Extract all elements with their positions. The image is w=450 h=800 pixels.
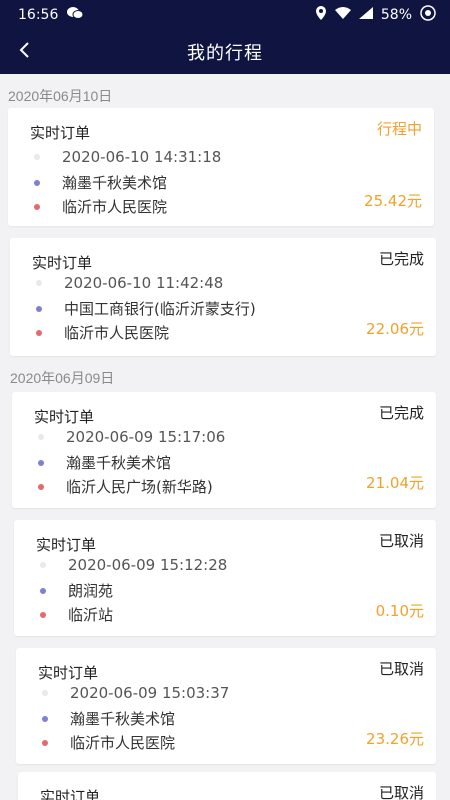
order-time: 2020-06-09 15:12:28 bbox=[68, 556, 228, 574]
end-location-row: 临沂市人民医院 bbox=[42, 732, 175, 753]
status-badge: 行程中 bbox=[376, 120, 422, 138]
order-price: 25.42元 bbox=[364, 192, 422, 210]
order-type: 实时订单 bbox=[36, 536, 97, 554]
start-location-row: 朗润苑 bbox=[40, 580, 113, 601]
order-time-row: 2020-06-10 11:42:48 bbox=[36, 274, 223, 292]
start-location: 瀚墨千秋美术馆 bbox=[66, 454, 172, 472]
signal-icon bbox=[358, 7, 373, 23]
end-location-row: 临沂站 bbox=[40, 604, 113, 625]
order-type: 实时订单 bbox=[40, 788, 101, 800]
order-time: 2020-06-10 14:31:18 bbox=[62, 148, 222, 166]
order-type: 实时订单 bbox=[32, 254, 93, 272]
date-header: 2020年06月09日 bbox=[10, 370, 115, 386]
end-dot-icon bbox=[36, 329, 42, 336]
order-card[interactable]: 实时订单 已取消 2020-06-09 15:03:37 瀚墨千秋美术馆 临沂市… bbox=[16, 648, 436, 764]
clock: 16:56 bbox=[18, 7, 59, 23]
order-price: 0.10元 bbox=[375, 602, 424, 620]
order-price: 23.26元 bbox=[366, 730, 424, 748]
status-bar: 16:56 58% bbox=[0, 0, 450, 30]
status-badge: 已取消 bbox=[378, 660, 424, 678]
end-location: 临沂市人民医院 bbox=[70, 734, 176, 752]
time-dot-icon bbox=[38, 434, 44, 440]
status-badge: 已完成 bbox=[378, 250, 424, 268]
time-dot-icon bbox=[42, 690, 48, 696]
order-time: 2020-06-09 15:03:37 bbox=[70, 684, 230, 702]
order-card[interactable]: 实时订单 已取消 2020-06-09 15:12:28 朗润苑 临沂站 0.1… bbox=[14, 520, 436, 636]
wechat-icon bbox=[66, 6, 84, 24]
order-price: 22.06元 bbox=[366, 320, 424, 338]
time-dot-icon bbox=[40, 562, 46, 568]
time-dot-icon bbox=[36, 280, 42, 286]
start-location: 瀚墨千秋美术馆 bbox=[70, 710, 176, 728]
start-location-row: 瀚墨千秋美术馆 bbox=[34, 172, 167, 193]
order-time-row: 2020-06-09 15:12:28 bbox=[40, 556, 227, 574]
nav-bar: 我的行程 bbox=[0, 30, 450, 74]
start-dot-icon bbox=[34, 179, 40, 186]
order-card[interactable]: 实时订单 已完成 2020-06-10 11:42:48 中国工商银行(临沂沂蒙… bbox=[10, 238, 436, 356]
location-icon bbox=[315, 6, 327, 24]
order-time: 2020-06-10 11:42:48 bbox=[64, 274, 224, 292]
start-dot-icon bbox=[36, 305, 42, 312]
status-badge: 已取消 bbox=[378, 784, 424, 800]
page-title: 我的行程 bbox=[187, 43, 263, 64]
order-time-row: 2020-06-10 14:31:18 bbox=[34, 148, 221, 166]
end-dot-icon bbox=[38, 483, 44, 490]
start-location: 朗润苑 bbox=[68, 582, 114, 600]
end-dot-icon bbox=[40, 611, 46, 618]
end-location-row: 临沂市人民医院 bbox=[36, 322, 169, 343]
end-location-row: 临沂人民广场(新华路) bbox=[38, 476, 213, 497]
order-card[interactable]: 实时订单 已取消 bbox=[18, 772, 436, 800]
start-location-row: 瀚墨千秋美术馆 bbox=[42, 708, 175, 729]
start-location: 瀚墨千秋美术馆 bbox=[62, 174, 168, 192]
start-location-row: 瀚墨千秋美术馆 bbox=[38, 452, 171, 473]
end-location: 临沂市人民医院 bbox=[64, 324, 170, 342]
end-location-row: 临沂市人民医院 bbox=[34, 196, 167, 217]
end-location: 临沂市人民医院 bbox=[62, 198, 168, 216]
status-badge: 已完成 bbox=[378, 404, 424, 422]
order-type: 实时订单 bbox=[34, 408, 95, 426]
start-dot-icon bbox=[40, 587, 46, 594]
start-dot-icon bbox=[38, 459, 44, 466]
order-type: 实时订单 bbox=[38, 664, 99, 682]
battery-icon bbox=[420, 5, 436, 25]
order-time-row: 2020-06-09 15:03:37 bbox=[42, 684, 229, 702]
wifi-icon bbox=[334, 7, 351, 23]
order-price: 21.04元 bbox=[366, 474, 424, 492]
back-arrow-icon bbox=[17, 41, 31, 63]
start-location: 中国工商银行(临沂沂蒙支行) bbox=[64, 300, 256, 318]
end-dot-icon bbox=[42, 739, 48, 746]
trip-list[interactable]: 2020年06月10日 实时订单 行程中 2020-06-10 14:31:18… bbox=[0, 74, 450, 800]
end-location: 临沂人民广场(新华路) bbox=[66, 478, 213, 496]
order-card[interactable]: 实时订单 行程中 2020-06-10 14:31:18 瀚墨千秋美术馆 临沂市… bbox=[8, 108, 434, 226]
time-dot-icon bbox=[34, 154, 40, 160]
date-header: 2020年06月10日 bbox=[8, 88, 113, 104]
order-type: 实时订单 bbox=[30, 124, 91, 142]
end-location: 临沂站 bbox=[68, 606, 114, 624]
end-dot-icon bbox=[34, 203, 40, 210]
start-location-row: 中国工商银行(临沂沂蒙支行) bbox=[36, 298, 256, 319]
back-button[interactable] bbox=[6, 34, 42, 70]
order-time-row: 2020-06-09 15:17:06 bbox=[38, 428, 225, 446]
order-time: 2020-06-09 15:17:06 bbox=[66, 428, 226, 446]
order-card[interactable]: 实时订单 已完成 2020-06-09 15:17:06 瀚墨千秋美术馆 临沂人… bbox=[12, 392, 436, 508]
status-badge: 已取消 bbox=[378, 532, 424, 550]
start-dot-icon bbox=[42, 715, 48, 722]
battery-percent: 58% bbox=[380, 7, 412, 23]
